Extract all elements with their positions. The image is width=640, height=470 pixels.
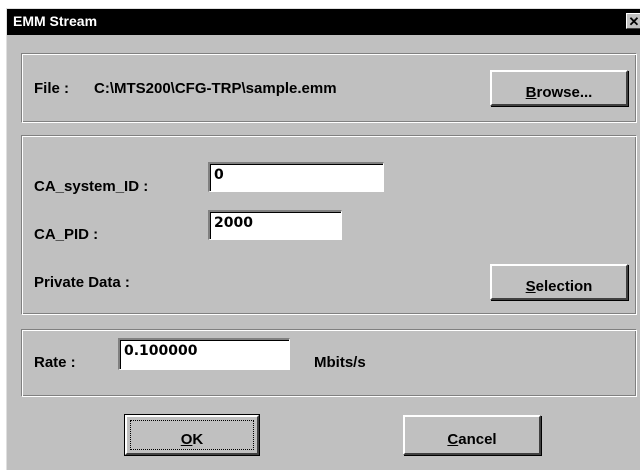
ca-system-id-label: CA_system_ID : [34,178,149,195]
private-data-label: Private Data : [34,274,130,291]
browse-button[interactable]: Browse... [490,70,628,106]
selection-button[interactable]: Selection [490,264,628,300]
cancel-accel: C [447,431,459,448]
selection-accel: S [525,278,536,295]
file-path: C:\MTS200\CFG-TRP\sample.emm [94,80,337,97]
ca-pid-label: CA_PID : [34,226,99,243]
ok-accel: O [180,431,193,448]
cancel-button[interactable]: Cancel [403,415,541,455]
ca-system-id-input[interactable]: 0 [208,162,384,192]
file-group: File : C:\MTS200\CFG-TRP\sample.emm Brow… [21,53,637,123]
close-icon[interactable]: ✕ [626,13,640,29]
browse-accel: B [525,84,537,101]
cancel-label: ancel [458,431,497,448]
ok-label: K [192,431,204,448]
ca-group: CA_system_ID : 0 CA_PID : 2000 Private D… [21,135,637,315]
rate-label: Rate : [34,354,76,371]
ok-button[interactable]: OK [124,414,260,456]
rate-input[interactable]: 0.100000 [118,338,290,370]
rate-group: Rate : 0.100000 Mbits/s [21,329,637,397]
window-title: EMM Stream [13,13,98,29]
emm-stream-dialog: EMM Stream ✕ File : C:\MTS200\CFG-TRP\sa… [6,8,640,470]
title-bar: EMM Stream ✕ [7,9,640,35]
browse-label: rowse... [536,84,593,101]
file-label: File : [34,80,70,97]
ca-pid-input[interactable]: 2000 [208,210,342,240]
selection-label: election [535,278,593,295]
rate-unit: Mbits/s [314,354,366,371]
